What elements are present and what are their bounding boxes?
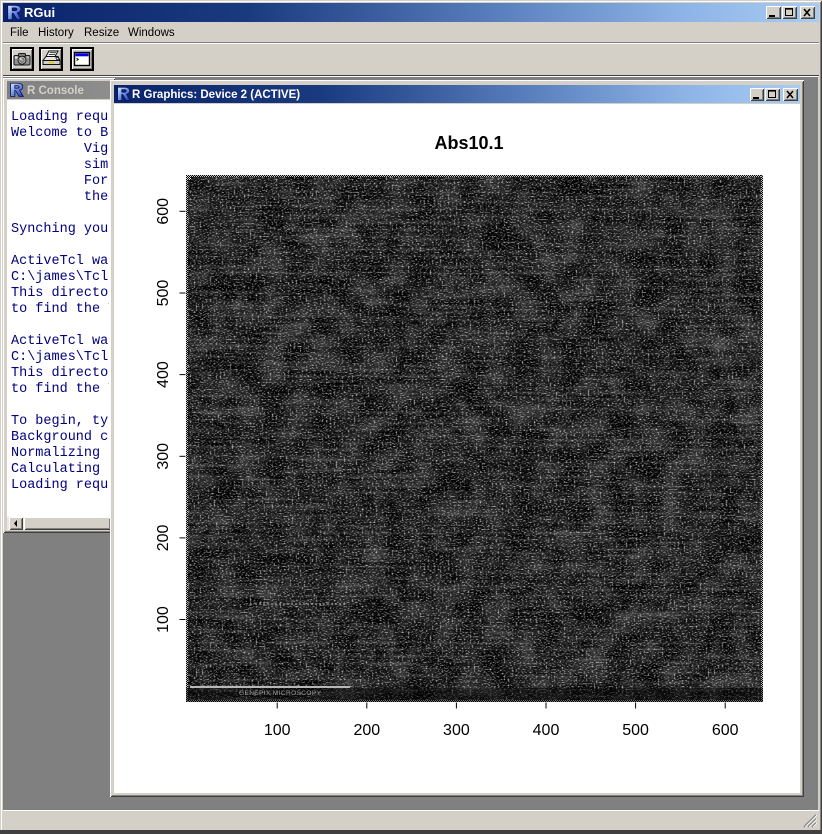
svg-text:600: 600: [712, 722, 739, 739]
svg-text:200: 200: [353, 722, 380, 739]
svg-text:100: 100: [264, 722, 291, 739]
svg-text:200: 200: [155, 524, 172, 551]
svg-text:300: 300: [443, 722, 470, 739]
svg-text:500: 500: [155, 280, 172, 307]
svg-text:100: 100: [155, 606, 172, 633]
svg-text:600: 600: [155, 198, 172, 225]
svg-text:400: 400: [155, 361, 172, 388]
svg-text:400: 400: [533, 722, 560, 739]
svg-text:500: 500: [622, 722, 649, 739]
svg-text:300: 300: [155, 443, 172, 470]
